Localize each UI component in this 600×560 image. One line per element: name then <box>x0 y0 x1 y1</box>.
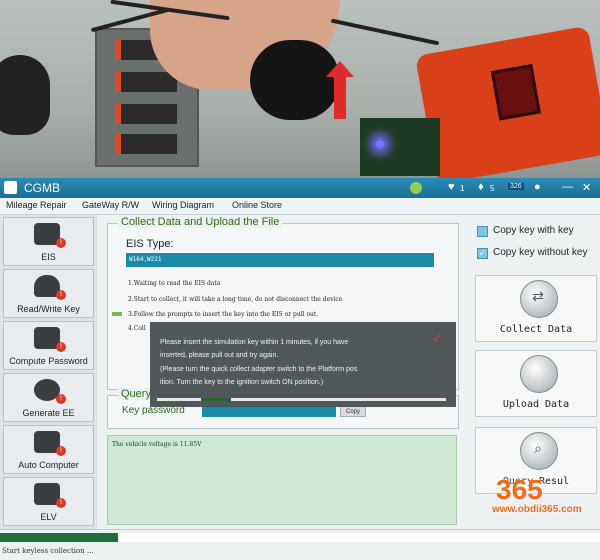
dialog-close-icon[interactable]: ↙ <box>433 333 441 344</box>
dialog-line-4: ition. Turn the key to the ignition swit… <box>160 379 324 386</box>
copy-with-key-checkbox[interactable] <box>477 226 488 237</box>
menu-mileage-repair[interactable]: Mileage Repair <box>6 200 67 210</box>
copy-without-key-checkbox[interactable]: ✓ <box>477 248 488 259</box>
collect-data-button[interactable]: ⇄ Collect Data <box>475 275 597 342</box>
sidebar-item-label: ELV <box>40 512 57 522</box>
warning-badge-icon: ! <box>56 446 66 456</box>
app-title: CGMB <box>24 181 60 195</box>
globe-icon[interactable]: ● <box>534 181 541 193</box>
sidebar-item-eis[interactable]: ! EIS <box>3 217 94 266</box>
copy-without-key-label: Copy key without key <box>493 247 588 258</box>
menu-online-store[interactable]: Online Store <box>232 200 282 210</box>
sidebar-item-label: Read/Write Key <box>17 304 80 314</box>
minimize-icon[interactable]: — <box>562 181 573 193</box>
status-bar: Start keyless collection ... <box>0 529 600 560</box>
step-3: 3.Follow the prompts to insert the key i… <box>128 311 319 318</box>
log-line: The vehicle voltage is 11.85V <box>112 441 202 448</box>
sidebar: ! EIS ! Read/Write Key ! Compute Passwor… <box>0 215 97 529</box>
sidebar-item-label: Generate EE <box>22 408 75 418</box>
sidebar-item-elv[interactable]: ! ELV <box>3 477 94 526</box>
camera-photo <box>0 0 600 178</box>
collect-data-label: Collect Data <box>499 324 573 335</box>
key-password-field[interactable] <box>202 406 336 417</box>
eis-type-field[interactable]: W164,W221 <box>126 253 434 267</box>
dialog-line-3: (Please turn the quick collect adapter s… <box>160 366 358 373</box>
query-panel-legend: Query <box>118 388 154 400</box>
copy-with-key-label: Copy key with key <box>493 225 574 236</box>
globe-icon <box>520 355 558 393</box>
sidebar-item-label: Compute Password <box>9 356 88 366</box>
step-4: 4.Coll <box>128 325 146 332</box>
upload-data-button[interactable]: Upload Data <box>475 350 597 417</box>
counter-badge: 326 <box>508 183 524 190</box>
menu-bar: Mileage Repair GateWay R/W Wiring Diagra… <box>0 198 600 215</box>
sidebar-item-label: Auto Computer <box>18 460 79 470</box>
eis-type-label: EIS Type: <box>126 238 174 250</box>
warning-badge-icon: ! <box>56 342 66 352</box>
cursor-icon <box>410 182 422 194</box>
copy-button[interactable]: Copy <box>340 406 366 417</box>
watermark-logo: 365 www.obdii365.com <box>492 474 582 515</box>
insert-key-dialog: Please insert the simulation key within … <box>150 322 456 407</box>
app-logo-icon <box>4 181 17 194</box>
notif-count: 1 <box>460 184 465 193</box>
dialog-line-1: Please insert the simulation key within … <box>160 339 349 346</box>
warning-badge-icon: ! <box>56 290 66 300</box>
menu-gateway-rw[interactable]: GateWay R/W <box>82 200 139 210</box>
current-step-arrow-icon <box>112 312 122 316</box>
sidebar-item-generate-ee[interactable]: ! Generate EE <box>3 373 94 422</box>
warning-badge-icon: ! <box>56 394 66 404</box>
log-area: The vehicle voltage is 11.85V <box>107 435 457 525</box>
red-arrow-icon <box>326 61 354 119</box>
sidebar-item-auto-computer[interactable]: ! Auto Computer <box>3 425 94 474</box>
close-icon[interactable]: ✕ <box>582 181 591 194</box>
cgmb-device <box>415 25 600 178</box>
eis-connector <box>250 40 340 120</box>
step-2: 2.Start to collect, it will take a long … <box>128 296 343 303</box>
dialog-progress-bar <box>157 398 446 401</box>
leaf-icon[interactable]: ♦ <box>478 181 484 193</box>
status-text: Start keyless collection ... <box>2 547 94 555</box>
heart-icon[interactable]: ♥ <box>448 181 455 193</box>
sidebar-item-compute-password[interactable]: ! Compute Password <box>3 321 94 370</box>
sidebar-item-read-write-key[interactable]: ! Read/Write Key <box>3 269 94 318</box>
status-progress-bar <box>0 533 600 542</box>
msg-count: 5 <box>490 184 495 193</box>
title-bar: CGMB ♥ 1 ♦ 5 326 ● — ✕ <box>0 178 600 198</box>
blue-led <box>376 140 384 148</box>
warning-badge-icon: ! <box>56 498 66 508</box>
dialog-line-2: inserted, please pull out and try again. <box>160 352 279 359</box>
step-1: 1.Waiting to read the EIS data <box>128 280 221 287</box>
collect-panel-legend: Collect Data and Upload the File <box>118 216 283 228</box>
warning-badge-icon: ! <box>56 238 66 248</box>
upload-data-label: Upload Data <box>502 399 570 410</box>
computer-mouse <box>0 55 50 135</box>
pcb-board <box>360 118 440 176</box>
menu-wiring-diagram[interactable]: Wiring Diagram <box>152 200 214 210</box>
sidebar-item-label: EIS <box>41 252 56 262</box>
